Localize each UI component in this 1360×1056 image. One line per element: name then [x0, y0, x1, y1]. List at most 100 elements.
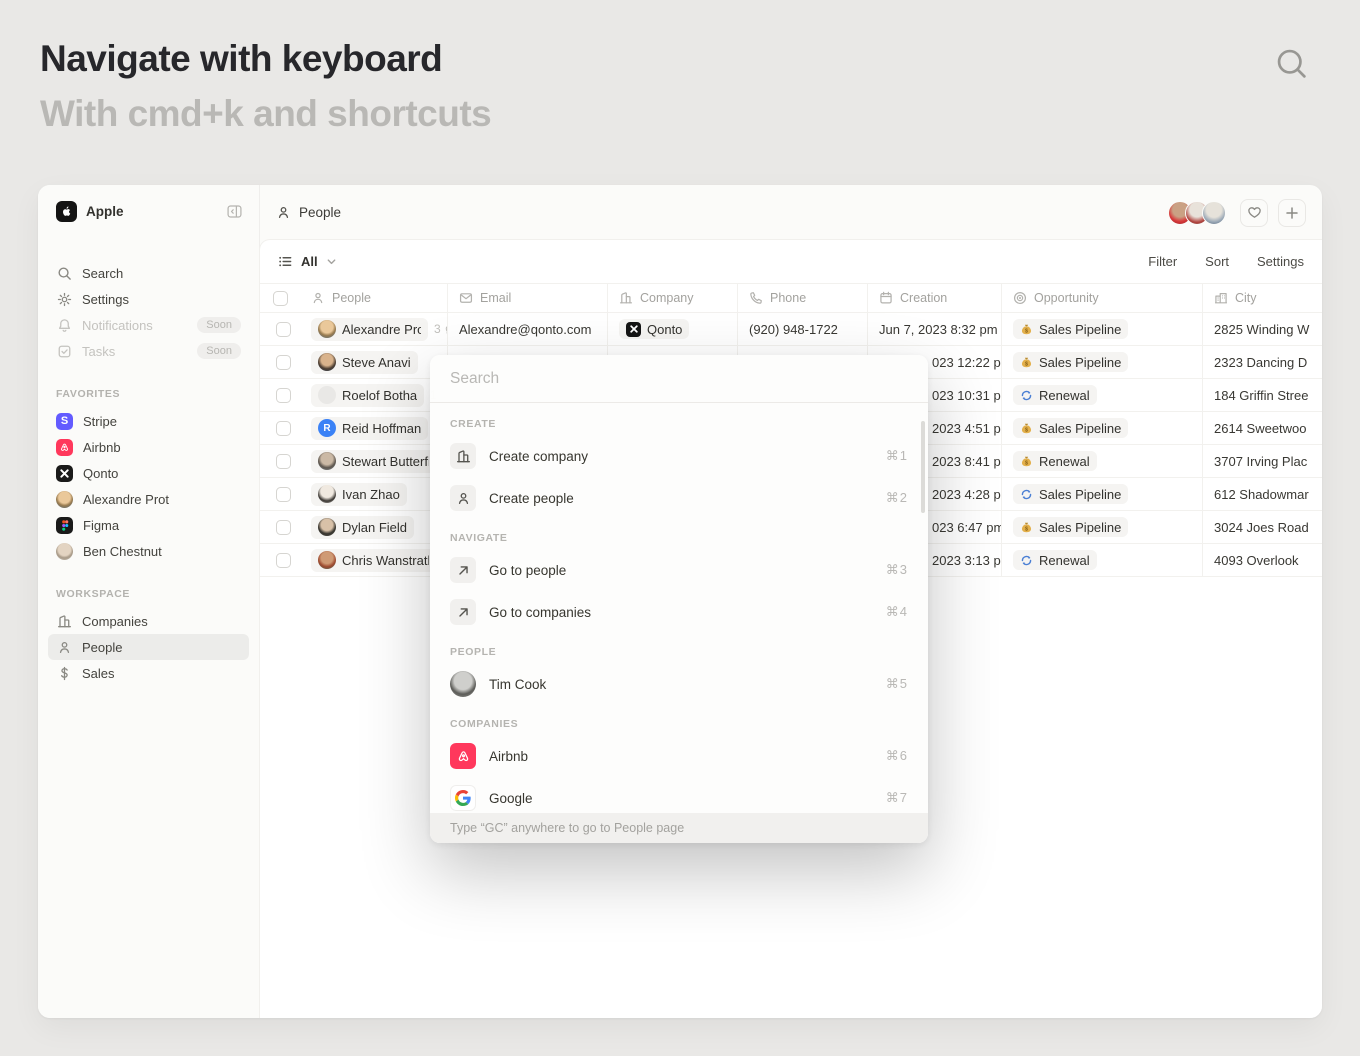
opportunity-chip[interactable]: $Sales Pipeline — [1013, 352, 1128, 372]
company-chip[interactable]: Qonto — [619, 319, 689, 339]
person-chip[interactable]: Stewart Butterfield — [311, 450, 436, 473]
person-chip[interactable]: Chris Wanstrath — [311, 549, 436, 572]
creation-cell[interactable]: 2023 4:51 p — [932, 421, 1001, 436]
soon-badge: Soon — [197, 317, 241, 333]
palette-item-create-people[interactable]: Create people ⌘2 — [430, 477, 928, 519]
sidebar-collapse-icon[interactable] — [226, 203, 243, 220]
row-checkbox[interactable] — [276, 520, 291, 535]
creation-cell[interactable]: 2023 3:13 p — [932, 553, 1001, 568]
opportunity-chip[interactable]: $Sales Pipeline — [1013, 418, 1128, 438]
search-input[interactable] — [450, 370, 908, 388]
column-header-phone[interactable]: Phone — [738, 284, 868, 312]
phone-cell[interactable]: (920) 948-1722 — [749, 322, 838, 337]
sidebar-item-settings[interactable]: Settings — [48, 286, 249, 312]
row-checkbox[interactable] — [276, 388, 291, 403]
opportunity-chip[interactable]: $Sales Pipeline — [1013, 517, 1128, 537]
email-cell[interactable]: Alexandre@qonto.com — [459, 322, 591, 337]
row-checkbox[interactable] — [276, 553, 291, 568]
opportunity-chip[interactable]: $ Sales Pipeline — [1013, 319, 1128, 339]
opportunity-chip[interactable]: Sales Pipeline — [1013, 484, 1128, 504]
scrollbar-thumb[interactable] — [921, 421, 925, 513]
view-name: All — [301, 254, 318, 269]
plus-icon — [1285, 206, 1299, 220]
sort-button[interactable]: Sort — [1205, 254, 1229, 269]
person-chip[interactable]: Ivan Zhao — [311, 483, 407, 506]
creation-cell[interactable]: 023 12:22 p — [932, 355, 1001, 370]
row-checkbox[interactable] — [276, 487, 291, 502]
renew-icon — [1020, 389, 1033, 402]
city-cell[interactable]: 4093 Overlook — [1214, 553, 1299, 568]
opportunity-chip[interactable]: $Renewal — [1013, 451, 1097, 471]
sidebar-item-label: Stripe — [83, 414, 117, 429]
person-chip[interactable]: Steve Anavi — [311, 351, 418, 374]
row-checkbox[interactable] — [276, 322, 291, 337]
column-header-opportunity[interactable]: Opportunity — [1002, 284, 1203, 312]
column-header-city[interactable]: City — [1203, 284, 1322, 312]
palette-search-row — [430, 355, 928, 403]
city-cell[interactable]: 2614 Sweetwoo — [1214, 421, 1307, 436]
filter-button[interactable]: Filter — [1148, 254, 1177, 269]
phone-icon — [749, 291, 763, 305]
breadcrumb[interactable]: People — [276, 205, 341, 220]
avatar — [318, 353, 336, 371]
money-bag-icon: $ — [1020, 422, 1033, 435]
column-header-company[interactable]: Company — [608, 284, 738, 312]
person-chip[interactable]: Roelof Botha — [311, 384, 424, 407]
row-checkbox[interactable] — [276, 355, 291, 370]
person-chip[interactable]: Dylan Field — [311, 516, 414, 539]
palette-item-airbnb[interactable]: Airbnb ⌘6 — [430, 735, 928, 777]
person-chip[interactable]: RReid Hoffman — [311, 417, 428, 440]
creation-cell[interactable]: Jun 7, 2023 8:32 pm — [879, 322, 998, 337]
city-cell[interactable]: 3024 Joes Road — [1214, 520, 1309, 535]
sidebar-item-alexandre-prot[interactable]: Alexandre Prot — [48, 486, 249, 512]
column-header-creation[interactable]: Creation — [868, 284, 1002, 312]
workspace-switcher[interactable]: Apple — [48, 197, 249, 226]
palette-item-create-company[interactable]: Create company ⌘1 — [430, 435, 928, 477]
settings-button[interactable]: Settings — [1257, 254, 1304, 269]
favorite-button[interactable] — [1240, 199, 1268, 227]
person-chip[interactable]: Alexandre Prot — [311, 318, 428, 341]
city-cell[interactable]: 2323 Dancing D — [1214, 355, 1307, 370]
list-view-icon — [278, 254, 293, 269]
sidebar-item-label: Alexandre Prot — [83, 492, 169, 507]
search-icon[interactable] — [1274, 46, 1310, 82]
shortcut-badge: ⌘5 — [886, 676, 908, 692]
sidebar-item-sales[interactable]: Sales — [48, 660, 249, 686]
workspace-name: Apple — [86, 204, 217, 219]
screenshot-stage: Navigate with keyboard With cmd+k and sh… — [0, 0, 1360, 1056]
city-cell[interactable]: 184 Griffin Stree — [1214, 388, 1308, 403]
city-cell[interactable]: 2825 Winding W — [1214, 322, 1309, 337]
column-header-email[interactable]: Email — [448, 284, 608, 312]
row-checkbox[interactable] — [276, 421, 291, 436]
sidebar-item-figma[interactable]: Figma — [48, 512, 249, 538]
palette-item-go-to-companies[interactable]: Go to companies ⌘4 — [430, 591, 928, 633]
view-selector[interactable]: All — [278, 254, 337, 269]
opportunity-chip[interactable]: Renewal — [1013, 550, 1097, 570]
city-cell[interactable]: 612 Shadowmar — [1214, 487, 1309, 502]
command-palette: CREATE Create company ⌘1 Create people ⌘… — [430, 355, 928, 843]
sidebar-item-ben-chestnut[interactable]: Ben Chestnut — [48, 538, 249, 564]
opportunity-chip[interactable]: Renewal — [1013, 385, 1097, 405]
creation-cell[interactable]: 023 10:31 p — [932, 388, 1001, 403]
select-all-checkbox[interactable] — [273, 291, 288, 306]
table-row[interactable]: Alexandre Prot 3 Alexandre@qonto.com Qon… — [260, 313, 1322, 346]
sidebar-item-people[interactable]: People — [48, 634, 249, 660]
sidebar-item-qonto[interactable]: Qonto — [48, 460, 249, 486]
row-checkbox[interactable] — [276, 454, 291, 469]
sidebar-item-airbnb[interactable]: Airbnb — [48, 434, 249, 460]
add-button[interactable] — [1278, 199, 1306, 227]
sidebar-item-tasks: Tasks Soon — [48, 338, 249, 364]
creation-cell[interactable]: 2023 8:41 p — [932, 454, 1001, 469]
sidebar-item-stripe[interactable]: S Stripe — [48, 408, 249, 434]
sidebar-item-label: Tasks — [82, 344, 115, 359]
sidebar: Apple Search Settings Notifications Soon — [38, 185, 260, 1018]
creation-cell[interactable]: 023 6:47 pm — [932, 520, 1002, 535]
palette-item-tim-cook[interactable]: Tim Cook ⌘5 — [430, 663, 928, 705]
palette-item-google[interactable]: Google ⌘7 — [430, 777, 928, 813]
palette-item-go-to-people[interactable]: Go to people ⌘3 — [430, 549, 928, 591]
column-header-people[interactable]: People — [300, 284, 448, 312]
creation-cell[interactable]: 2023 4:28 p — [932, 487, 1001, 502]
city-cell[interactable]: 3707 Irving Plac — [1214, 454, 1307, 469]
sidebar-item-search[interactable]: Search — [48, 260, 249, 286]
sidebar-item-companies[interactable]: Companies — [48, 608, 249, 634]
